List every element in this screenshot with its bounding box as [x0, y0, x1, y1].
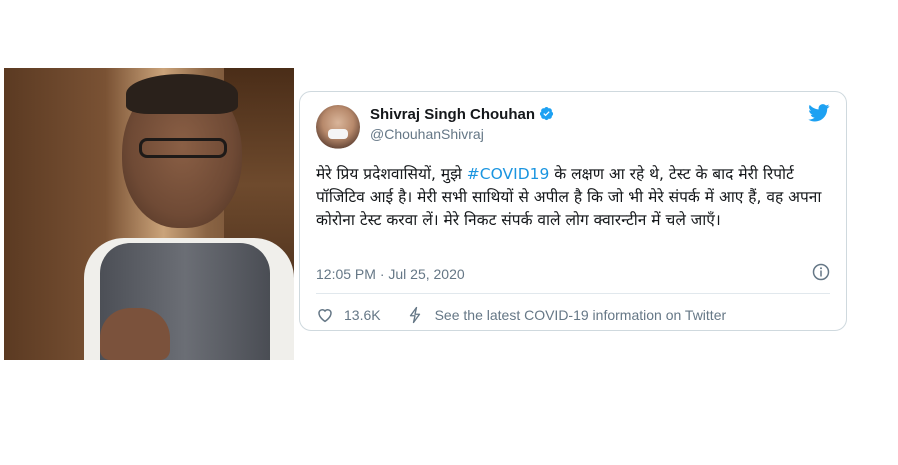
photo-hair [126, 74, 238, 114]
avatar-mask [328, 129, 348, 139]
hashtag-link[interactable]: #COVID19 [467, 165, 550, 183]
tweet-card[interactable]: Shivraj Singh Chouhan @ChouhanShivraj मे… [299, 91, 847, 331]
tweet-text-part1: मेरे प्रिय प्रदेशवासियों, मुझे [316, 165, 467, 183]
verified-badge-icon [539, 106, 554, 121]
lightning-bolt-icon [409, 306, 420, 324]
author-name-row[interactable]: Shivraj Singh Chouhan [370, 106, 554, 123]
info-icon[interactable] [812, 263, 830, 281]
author-name[interactable]: Shivraj Singh Chouhan [370, 106, 535, 123]
footer-divider [316, 293, 830, 294]
tweet-actions: 13.6K See the latest COVID-19 informatio… [316, 304, 726, 326]
politician-photo [4, 68, 294, 360]
tweet-text: मेरे प्रिय प्रदेशवासियों, मुझे #COVID19 … [316, 163, 836, 232]
heart-icon[interactable] [316, 306, 334, 324]
covid-info-link[interactable]: See the latest COVID-19 information on T… [435, 307, 727, 323]
photo-glasses [139, 138, 227, 158]
author-handle[interactable]: @ChouhanShivraj [370, 126, 484, 142]
avatar[interactable] [316, 105, 360, 149]
tweet-timestamp[interactable]: 12:05 PM · Jul 25, 2020 [316, 266, 465, 282]
like-count[interactable]: 13.6K [344, 307, 381, 323]
photo-hand [100, 308, 170, 360]
twitter-bird-icon[interactable] [808, 104, 830, 122]
